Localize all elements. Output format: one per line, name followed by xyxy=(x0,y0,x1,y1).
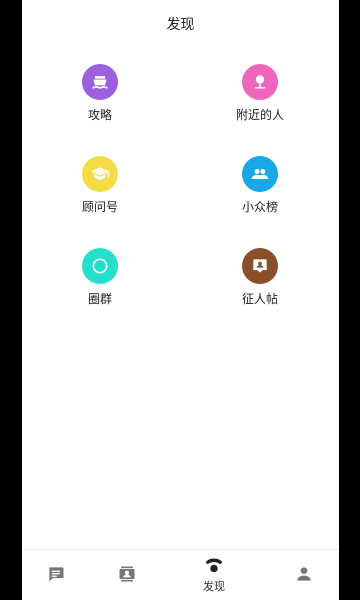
ship-icon xyxy=(82,64,118,100)
discover-icon xyxy=(205,558,223,573)
grid-label: 小众榜 xyxy=(241,200,278,214)
bottom-tab-bar: 发现 xyxy=(22,549,339,600)
header: 发现 xyxy=(22,0,339,48)
contacts-icon xyxy=(119,566,135,582)
message-icon xyxy=(49,567,64,582)
circle-icon xyxy=(82,248,118,284)
page-title: 发现 xyxy=(166,17,195,33)
grid-item-nearby-people[interactable]: 附近的人 xyxy=(210,64,310,123)
grid-item-recruit-posts[interactable]: 征人帖 xyxy=(210,248,310,307)
tab-label: 发现 xyxy=(203,580,225,593)
grid-label: 征人帖 xyxy=(241,292,278,306)
tab-discover[interactable]: 发现 xyxy=(184,550,244,600)
grid-label: 圈群 xyxy=(87,292,112,306)
tab-profile[interactable] xyxy=(274,550,334,600)
grid-item-niche-list[interactable]: 小众榜 xyxy=(210,156,310,215)
grid-item-guides[interactable]: 攻略 xyxy=(50,64,150,123)
profile-icon xyxy=(297,567,311,581)
graduation-cap-icon xyxy=(82,156,118,192)
grid-item-advisor[interactable]: 顾问号 xyxy=(50,156,150,215)
grid-item-circles[interactable]: 圈群 xyxy=(50,248,150,307)
grid-label: 附近的人 xyxy=(235,108,284,122)
discover-screen: 发现 攻略 附近的人 顾问号 小众榜 圈群 征人帖 发现 xyxy=(22,0,339,600)
group-icon xyxy=(242,156,278,192)
tab-messages[interactable] xyxy=(26,550,86,600)
grid-label: 顾问号 xyxy=(81,200,118,214)
person-post-icon xyxy=(242,248,278,284)
grid-label: 攻略 xyxy=(87,108,112,122)
tab-contacts[interactable] xyxy=(97,550,157,600)
nearby-person-icon xyxy=(242,64,278,100)
